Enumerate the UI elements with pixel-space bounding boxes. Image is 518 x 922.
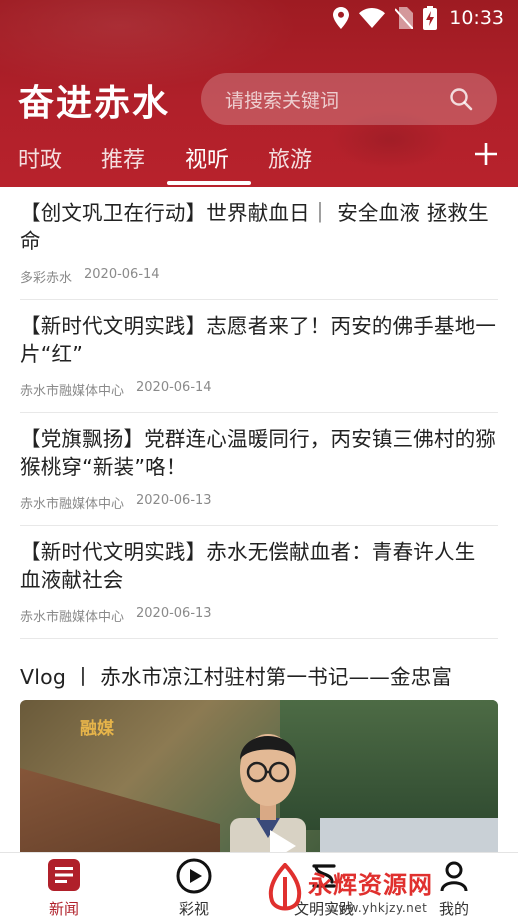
- battery-charging-icon: [423, 6, 438, 30]
- status-icons: 10:33: [333, 6, 504, 30]
- app-title: 奋进赤水: [18, 83, 171, 124]
- video-title[interactable]: Vlog 丨 赤水市凉江村驻村第一书记——金忠富: [20, 660, 498, 690]
- nav-news[interactable]: 新闻: [14, 853, 114, 922]
- status-bar: 10:33: [0, 0, 518, 36]
- news-source: 赤水市融媒体中心: [20, 610, 125, 625]
- news-title: 【新时代文明实践】赤水无偿献血者：青春许人生 血液献社会: [20, 540, 476, 592]
- news-date: 2020-06-13: [136, 606, 212, 621]
- watermark: 永辉资源网 www.yhkjzy.net: [262, 863, 472, 919]
- thumbnail-scene: [20, 768, 220, 852]
- news-title: 【党旗飘扬】党群连心温暖同行，丙安镇三佛村的猕猴桃穿“新装”咯！: [20, 427, 497, 479]
- news-icon: [48, 859, 80, 891]
- news-meta: 赤水市融媒体中心 2020-06-13: [20, 493, 498, 512]
- news-feed: 【创文巩卫在行动】世界献血日｜ 安全血液 拯救生命 多彩赤水 2020-06-1…: [0, 187, 518, 852]
- watermark-text: 永辉资源网: [308, 871, 433, 899]
- nav-label: 彩视: [178, 900, 209, 918]
- list-item[interactable]: 【创文巩卫在行动】世界献血日｜ 安全血液 拯救生命 多彩赤水 2020-06-1…: [20, 199, 498, 300]
- bottom-navigation: 新闻 彩视 文明实践 我的 永辉资源网 www.yhkjzy.net: [0, 852, 518, 922]
- nav-caishi[interactable]: 彩视: [144, 853, 244, 922]
- thumbnail-scene: [320, 818, 498, 852]
- play-icon[interactable]: [256, 828, 304, 852]
- news-date: 2020-06-13: [136, 493, 212, 508]
- tab-shizheng[interactable]: 时政: [18, 142, 62, 174]
- news-meta: 多彩赤水 2020-06-14: [20, 267, 498, 286]
- search-icon[interactable]: [449, 87, 473, 111]
- search-input[interactable]: 请搜索关键词: [201, 73, 497, 125]
- tab-shiting[interactable]: 视听: [185, 142, 229, 174]
- nav-label: 新闻: [48, 900, 79, 918]
- no-sim-icon: [395, 7, 414, 29]
- news-date: 2020-06-14: [84, 267, 160, 282]
- news-title: 【新时代文明实践】志愿者来了！丙安的佛手基地一片“红”: [20, 314, 497, 366]
- app-header: 10:33 奋进赤水 请搜索关键词 时政 推荐 视听 旅游: [0, 0, 518, 187]
- location-icon: [333, 7, 350, 29]
- add-channel-icon[interactable]: [472, 140, 500, 168]
- status-time: 10:33: [449, 7, 504, 29]
- news-source: 赤水市融媒体中心: [20, 497, 125, 512]
- tab-lvyou[interactable]: 旅游: [268, 142, 312, 174]
- news-source: 多彩赤水: [20, 271, 73, 286]
- news-meta: 赤水市融媒体中心 2020-06-13: [20, 606, 498, 625]
- news-source: 赤水市融媒体中心: [20, 384, 125, 399]
- list-item[interactable]: 【党旗飘扬】党群连心温暖同行，丙安镇三佛村的猕猴桃穿“新装”咯！ 赤水市融媒体中…: [20, 425, 498, 526]
- active-tab-indicator: [167, 181, 251, 185]
- wifi-icon: [359, 8, 386, 28]
- list-item[interactable]: 【新时代文明实践】赤水无偿献血者：青春许人生 血液献社会 赤水市融媒体中心 20…: [20, 538, 498, 639]
- play-circle-icon: [176, 858, 212, 894]
- watermark-url: www.yhkjzy.net: [328, 901, 428, 915]
- news-date: 2020-06-14: [136, 380, 212, 395]
- channel-tabs: 时政 推荐 视听 旅游: [0, 138, 518, 187]
- list-item[interactable]: 【新时代文明实践】志愿者来了！丙安的佛手基地一片“红” 赤水市融媒体中心 202…: [20, 312, 498, 413]
- news-title: 【创文巩卫在行动】世界献血日｜ 安全血液 拯救生命: [20, 201, 489, 253]
- news-meta: 赤水市融媒体中心 2020-06-14: [20, 380, 498, 399]
- video-thumbnail[interactable]: 融媒: [20, 700, 498, 852]
- thumbnail-logo: 融媒: [80, 719, 114, 739]
- tab-tuijian[interactable]: 推荐: [101, 142, 145, 174]
- watermark-logo-icon: [268, 863, 302, 911]
